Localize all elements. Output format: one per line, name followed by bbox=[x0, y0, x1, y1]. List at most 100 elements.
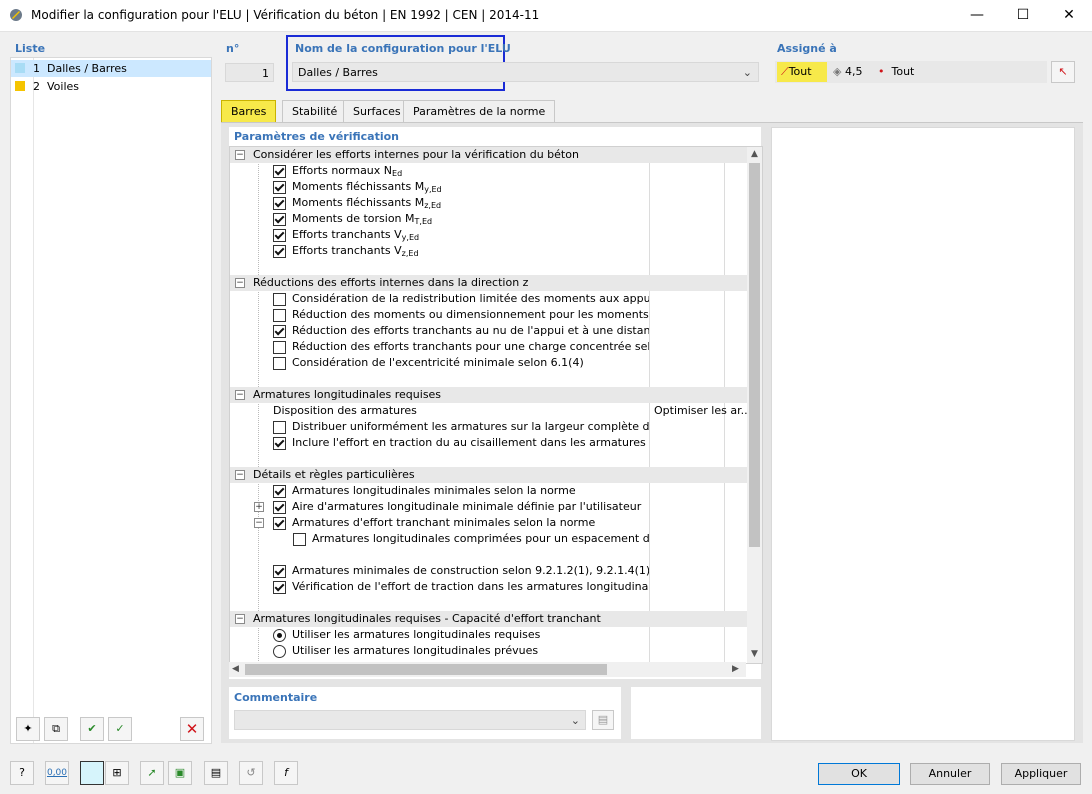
comment-input[interactable]: ⌄ bbox=[234, 710, 586, 730]
group-title: Armatures longitudinales requises - Capa… bbox=[253, 612, 601, 625]
help-button[interactable]: ? bbox=[10, 761, 34, 785]
tab-barres[interactable]: Barres bbox=[221, 100, 277, 122]
scroll-down-icon[interactable]: ▼ bbox=[747, 649, 762, 659]
scroll-thumb[interactable] bbox=[749, 163, 760, 547]
param-row[interactable]: Utiliser les armatures longitudinales re… bbox=[230, 627, 649, 643]
checkbox[interactable] bbox=[273, 437, 286, 450]
apply-button[interactable]: Appliquer bbox=[1001, 763, 1081, 785]
list-item-1[interactable]: 1 Dalles / Barres bbox=[11, 60, 211, 77]
param-label: Moments fléchissants M bbox=[292, 180, 425, 193]
param-row[interactable]: + Aire d'armatures longitudinale minimale… bbox=[230, 499, 649, 515]
scroll-left-icon[interactable]: ◀ bbox=[232, 664, 239, 674]
group-shear-capacity[interactable]: − Armatures longitudinales requises - Ca… bbox=[230, 611, 747, 627]
param-row[interactable]: Vérification de l'effort de traction dan… bbox=[230, 579, 649, 595]
minimize-button[interactable]: — bbox=[954, 0, 1000, 31]
disposition-value[interactable]: Optimiser les ar... bbox=[654, 403, 751, 419]
checkbox[interactable] bbox=[273, 581, 286, 594]
param-row[interactable]: Moments de torsion MT,Ed bbox=[230, 211, 649, 227]
param-row[interactable]: Efforts tranchants Vz,Ed bbox=[230, 243, 649, 259]
param-row[interactable]: Armatures minimales de construction selo… bbox=[230, 563, 649, 579]
checkbox[interactable] bbox=[273, 181, 286, 194]
checkbox[interactable] bbox=[273, 501, 286, 514]
collapse-icon[interactable]: − bbox=[235, 614, 245, 624]
reset-button[interactable]: ↺ bbox=[239, 761, 263, 785]
horizontal-scrollbar[interactable]: ◀ ▶ bbox=[229, 662, 746, 677]
scroll-up-icon[interactable]: ▲ bbox=[747, 149, 762, 159]
delete-config-button[interactable]: ✕ bbox=[180, 717, 204, 741]
new-config-button[interactable]: ✦ bbox=[16, 717, 40, 741]
checkbox[interactable] bbox=[273, 517, 286, 530]
checkbox[interactable] bbox=[273, 357, 286, 370]
group-internal-forces[interactable]: − Considérer les efforts internes pour l… bbox=[230, 147, 747, 163]
copy-config-button[interactable]: ⧉ bbox=[44, 717, 68, 741]
cancel-button[interactable]: Annuler bbox=[910, 763, 990, 785]
radio-button[interactable] bbox=[273, 645, 286, 658]
param-row[interactable]: Armatures longitudinales minimales selon… bbox=[230, 483, 649, 499]
checkbox[interactable] bbox=[273, 565, 286, 578]
param-row-disposition[interactable]: Disposition des armatures Optimiser les … bbox=[230, 403, 751, 419]
formula-button[interactable]: f bbox=[274, 761, 298, 785]
param-row[interactable]: Distribuer uniformément les armatures su… bbox=[230, 419, 649, 435]
vertical-scrollbar[interactable]: ▲ ▼ bbox=[747, 147, 762, 663]
param-row[interactable]: Considération de la redistribution limit… bbox=[230, 291, 649, 307]
checkbox[interactable] bbox=[273, 325, 286, 338]
expand-icon[interactable]: + bbox=[254, 502, 264, 512]
checkbox[interactable] bbox=[293, 533, 306, 546]
decimals-button[interactable]: 0,00 bbox=[45, 761, 69, 785]
scroll-right-icon[interactable]: ▶ bbox=[732, 664, 739, 674]
checkbox[interactable] bbox=[273, 341, 286, 354]
checkbox[interactable] bbox=[273, 197, 286, 210]
group-reductions[interactable]: − Réductions des efforts internes dans l… bbox=[230, 275, 747, 291]
units-button[interactable]: ⊞ bbox=[105, 761, 129, 785]
param-row[interactable]: Armatures longitudinales comprimées pour… bbox=[230, 531, 649, 547]
check-all-button[interactable]: ✔ bbox=[80, 717, 104, 741]
ok-button[interactable]: OK bbox=[818, 763, 900, 785]
group-details[interactable]: − Détails et règles particulières bbox=[230, 467, 747, 483]
collapse-icon[interactable]: − bbox=[254, 518, 264, 528]
checkbox[interactable] bbox=[273, 245, 286, 258]
checkbox[interactable] bbox=[273, 485, 286, 498]
param-row[interactable]: Réduction des efforts tranchants au nu d… bbox=[230, 323, 649, 339]
close-window-button[interactable]: ✕ bbox=[1046, 0, 1092, 31]
config-name-select[interactable]: Dalles / Barres ⌄ bbox=[292, 62, 759, 82]
report-button[interactable]: ▤ bbox=[204, 761, 228, 785]
param-row[interactable]: Moments fléchissants My,Ed bbox=[230, 179, 649, 195]
collapse-icon[interactable]: − bbox=[235, 278, 245, 288]
param-row[interactable]: Moments fléchissants Mz,Ed bbox=[230, 195, 649, 211]
checkbox[interactable] bbox=[273, 421, 286, 434]
maximize-button[interactable]: ☐ bbox=[1000, 0, 1046, 31]
param-row[interactable]: Réduction des efforts tranchants pour un… bbox=[230, 339, 649, 355]
tab-surfaces[interactable]: Surfaces bbox=[343, 100, 411, 122]
param-row[interactable]: − Armatures d'effort tranchant minimales … bbox=[230, 515, 649, 531]
export-button[interactable]: ➚ bbox=[140, 761, 164, 785]
assigned-members[interactable]: ⟋Tout bbox=[777, 62, 827, 82]
checkbox[interactable] bbox=[273, 293, 286, 306]
comment-library-button[interactable]: ▤ bbox=[592, 710, 614, 730]
collapse-icon[interactable]: − bbox=[235, 150, 245, 160]
param-row[interactable]: Efforts normaux NEd bbox=[230, 163, 649, 179]
color-button[interactable] bbox=[80, 761, 104, 785]
param-row[interactable]: Réduction des moments ou dimensionnement… bbox=[230, 307, 649, 323]
checkbox[interactable] bbox=[273, 309, 286, 322]
checkbox[interactable] bbox=[273, 213, 286, 226]
tab-stabilite[interactable]: Stabilité bbox=[282, 100, 348, 122]
collapse-icon[interactable]: − bbox=[235, 390, 245, 400]
uncheck-button[interactable]: ✓ bbox=[108, 717, 132, 741]
tab-parametres-norme[interactable]: Paramètres de la norme bbox=[403, 100, 556, 122]
param-row[interactable]: Inclure l'effort en traction du au cisai… bbox=[230, 435, 649, 451]
collapse-icon[interactable]: − bbox=[235, 470, 245, 480]
param-row[interactable]: Considération de l'excentricité minimale… bbox=[230, 355, 649, 371]
save-button[interactable]: ▣ bbox=[168, 761, 192, 785]
checkbox[interactable] bbox=[273, 165, 286, 178]
assigned-solids[interactable]: • Tout bbox=[878, 62, 914, 82]
hscroll-thumb[interactable] bbox=[245, 664, 607, 675]
assigned-surfaces[interactable]: ◈ 4,5 bbox=[833, 62, 862, 82]
list-item-2[interactable]: 2 Voiles bbox=[11, 78, 211, 95]
radio-button[interactable] bbox=[273, 629, 286, 642]
pick-objects-button[interactable]: ↖ bbox=[1051, 61, 1075, 83]
group-longitudinal[interactable]: − Armatures longitudinales requises bbox=[230, 387, 747, 403]
param-row[interactable]: Efforts tranchants Vy,Ed bbox=[230, 227, 649, 243]
param-subscript: z,Ed bbox=[401, 249, 419, 258]
param-row[interactable]: Utiliser les armatures longitudinales pr… bbox=[230, 643, 649, 659]
checkbox[interactable] bbox=[273, 229, 286, 242]
